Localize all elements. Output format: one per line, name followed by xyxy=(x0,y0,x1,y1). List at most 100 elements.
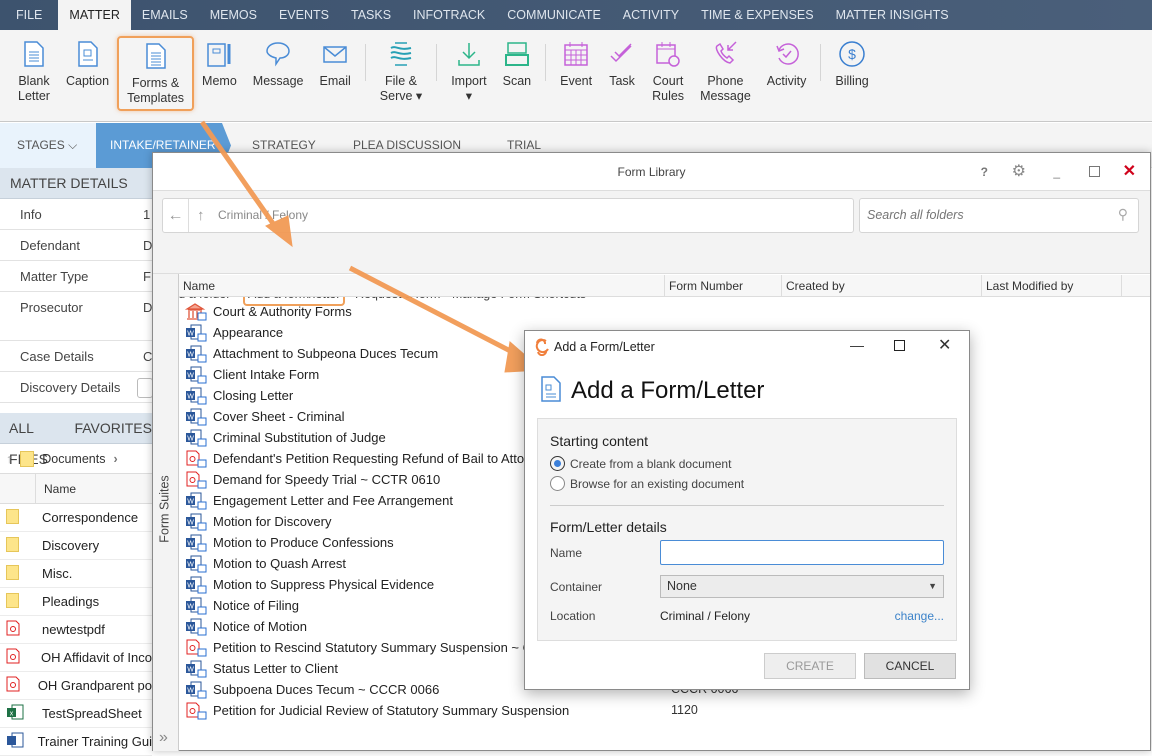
matter-detail-row[interactable]: Discovery Details xyxy=(0,372,153,403)
tab-time-expenses[interactable]: TIME & EXPENSES xyxy=(690,0,825,30)
form-row[interactable]: Demand for Speedy Trial ~ CCTR 0610 xyxy=(185,469,440,490)
email-button[interactable]: Email xyxy=(312,30,359,121)
gear-icon[interactable]: ⚙ xyxy=(1012,153,1026,191)
breadcrumb-documents[interactable]: Documents xyxy=(42,452,105,466)
search-box[interactable]: ⚲ xyxy=(859,198,1139,233)
tab-communicate[interactable]: COMMUNICATE xyxy=(496,0,612,30)
form-row[interactable]: W Motion to Produce Confessions xyxy=(185,532,394,553)
form-row[interactable]: W Motion to Quash Arrest xyxy=(185,553,346,574)
scan-button[interactable]: Scan xyxy=(495,30,540,121)
matter-detail-row[interactable]: Info 1 xyxy=(0,199,152,230)
file-list-item[interactable]: Misc. xyxy=(0,560,152,588)
file-list-item[interactable]: Discovery xyxy=(0,532,152,560)
message-button[interactable]: Message xyxy=(245,30,312,121)
tab-file[interactable]: FILE xyxy=(0,0,58,30)
file-list-item[interactable]: Pleadings xyxy=(0,588,152,616)
file-serve-button[interactable]: File & Serve ▾ xyxy=(372,30,430,121)
col-form-number[interactable]: Form Number xyxy=(665,275,782,297)
tab-matter-insights[interactable]: MATTER INSIGHTS xyxy=(825,0,960,30)
radio-blank-document[interactable]: Create from a blank document xyxy=(550,456,731,471)
form-row[interactable]: W Status Letter to Client xyxy=(185,658,338,679)
form-row[interactable]: W Motion to Suppress Physical Evidence xyxy=(185,574,434,595)
close-icon[interactable]: ✕ xyxy=(1123,153,1136,191)
word-icon: W xyxy=(186,345,207,362)
expand-icon[interactable]: » xyxy=(159,729,168,747)
files-tabs: ALL FILES FAVORITES xyxy=(0,413,152,467)
form-row[interactable]: W Engagement Letter and Fee Arrangement xyxy=(185,490,453,511)
form-row[interactable]: W Criminal Substitution of Judge xyxy=(185,427,386,448)
name-column-header[interactable]: Name xyxy=(36,482,76,496)
task-button[interactable]: Task xyxy=(600,30,644,121)
detail-label: Matter Type xyxy=(20,269,89,284)
back-arrow-icon[interactable]: ← xyxy=(163,199,189,232)
tab-activity[interactable]: ACTIVITY xyxy=(612,0,690,30)
file-list-item[interactable]: newtestpdf xyxy=(0,616,152,644)
cancel-button[interactable]: CANCEL xyxy=(864,653,956,679)
search-icon[interactable]: ⚲ xyxy=(1118,206,1128,223)
form-row[interactable]: W Subpoena Duces Tecum ~ CCCR 0066 xyxy=(185,679,439,700)
form-suites-sidebar[interactable]: Form Suites » xyxy=(153,274,179,751)
caption-button[interactable]: Caption xyxy=(58,30,117,121)
minimize-icon[interactable]: — xyxy=(850,337,864,353)
svg-text:W: W xyxy=(187,561,194,568)
form-row[interactable]: W Cover Sheet - Criminal xyxy=(185,406,345,427)
radio-existing-document[interactable]: Browse for an existing document xyxy=(550,476,744,491)
form-name: Defendant's Petition Requesting Refund o… xyxy=(213,451,525,466)
tab-all-files[interactable]: ALL FILES xyxy=(9,413,52,467)
phone-button[interactable]: Phone Message xyxy=(692,30,759,121)
tab-matter[interactable]: MATTER xyxy=(58,0,131,30)
form-row[interactable]: W Motion for Discovery xyxy=(185,511,331,532)
form-row[interactable]: W Closing Letter xyxy=(185,385,293,406)
close-icon[interactable]: ✕ xyxy=(938,335,951,355)
form-row[interactable]: W Notice of Filing xyxy=(185,595,299,616)
container-select[interactable]: None ▼ xyxy=(660,575,944,598)
tab-infotrack[interactable]: INFOTRACK xyxy=(402,0,496,30)
stages-dropdown[interactable]: STAGES ⌵ xyxy=(0,123,96,168)
help-icon[interactable]: ? xyxy=(981,153,988,191)
tab-tasks[interactable]: TASKS xyxy=(340,0,402,30)
file-list-item[interactable]: x TestSpreadSheet xyxy=(0,700,152,728)
chevron-right-icon[interactable]: › xyxy=(113,452,117,466)
forms-button[interactable]: Forms & Templates xyxy=(117,36,195,111)
path-bar[interactable]: ← ↑ Criminal / Felony xyxy=(162,198,854,233)
form-row[interactable]: W Appearance xyxy=(185,322,283,343)
name-input[interactable] xyxy=(660,540,944,565)
tab-events[interactable]: EVENTS xyxy=(268,0,340,30)
maximize-icon[interactable] xyxy=(894,340,905,351)
form-row[interactable]: W Notice of Motion xyxy=(185,616,307,637)
form-row[interactable]: Defendant's Petition Requesting Refund o… xyxy=(185,448,524,469)
tab-emails[interactable]: EMAILS xyxy=(131,0,199,30)
col-last-modified[interactable]: Last Modified by xyxy=(982,275,1122,297)
col-name[interactable]: Name xyxy=(179,275,665,297)
search-input[interactable] xyxy=(867,199,1107,230)
matter-detail-row[interactable]: Prosecutor D xyxy=(0,292,152,341)
minimize-icon[interactable]: _ xyxy=(1053,153,1060,191)
change-location-link[interactable]: change... xyxy=(895,609,944,623)
create-button[interactable]: CREATE xyxy=(764,653,856,679)
matter-detail-row[interactable]: Case Details C xyxy=(0,341,152,372)
document-button[interactable]: Blank Letter xyxy=(10,30,58,121)
form-row[interactable]: Petition for Judicial Review of Statutor… xyxy=(185,700,569,721)
up-arrow-icon[interactable]: ↑ xyxy=(197,199,205,232)
court-rules-button[interactable]: Court Rules xyxy=(644,30,692,121)
form-row[interactable]: Petition to Rescind Statutory Summary Su… xyxy=(185,637,532,658)
matter-detail-row[interactable]: Defendant D xyxy=(0,230,152,261)
matter-detail-row[interactable]: Matter Type F xyxy=(0,261,152,292)
tab-memos[interactable]: MEMOS xyxy=(199,0,268,30)
col-created-by[interactable]: Created by xyxy=(782,275,982,297)
billing-button[interactable]: $ Billing xyxy=(827,30,876,121)
maximize-icon[interactable] xyxy=(1089,166,1100,177)
file-list-item[interactable]: OH Grandparent po xyxy=(0,672,152,700)
form-row[interactable]: W Client Intake Form xyxy=(185,364,319,385)
import-button[interactable]: Import ▾ xyxy=(443,30,494,121)
activity-button[interactable]: Activity xyxy=(759,30,815,121)
tab-favorites[interactable]: FAVORITES xyxy=(74,413,152,443)
file-list-item[interactable]: OH Affidavit of Inco xyxy=(0,644,152,672)
calendar-button[interactable]: Event xyxy=(552,30,600,121)
memo-button[interactable]: Memo xyxy=(194,30,245,121)
up-arrow-icon[interactable]: ↑ xyxy=(6,452,12,466)
container-label: Container xyxy=(550,580,603,594)
form-row[interactable]: Court & Authority Forms xyxy=(185,301,352,322)
file-list-item[interactable]: Correspondence xyxy=(0,504,152,532)
form-row[interactable]: W Attachment to Subpeona Duces Tecum xyxy=(185,343,438,364)
